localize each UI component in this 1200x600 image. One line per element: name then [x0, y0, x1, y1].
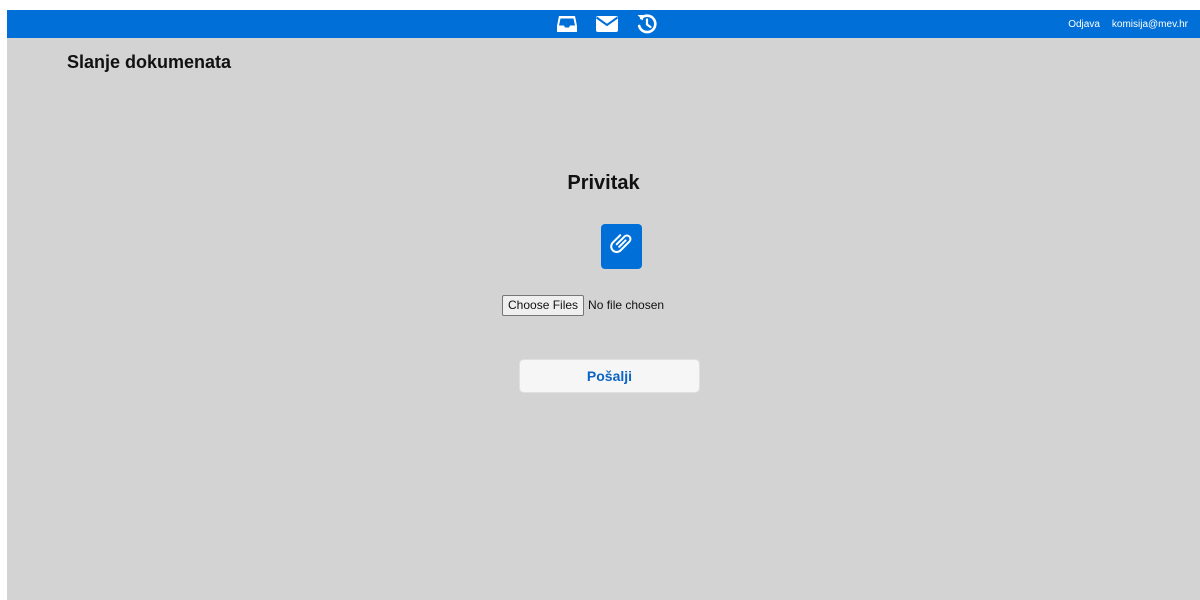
paperclip-icon — [609, 231, 634, 262]
page-title: Slanje dokumenata — [67, 52, 232, 72]
envelope-icon[interactable] — [595, 12, 619, 36]
section-title: Privitak — [567, 172, 640, 194]
attach-button[interactable] — [601, 224, 642, 269]
choose-files-button[interactable]: Choose Files — [502, 294, 585, 316]
history-icon[interactable] — [635, 12, 659, 36]
file-status: No file chosen — [588, 298, 665, 312]
app-frame: Odjava komisija@mev.hr Slanje dokumenata… — [7, 10, 1200, 600]
nav-icons — [555, 10, 659, 38]
user-email[interactable]: komisija@mev.hr — [1112, 19, 1188, 30]
send-button[interactable]: Pošalji — [519, 359, 700, 393]
top-bar: Odjava komisija@mev.hr — [7, 10, 1200, 38]
inbox-icon[interactable] — [555, 12, 579, 36]
file-input: Choose Files No file chosen — [502, 294, 665, 316]
user-area: Odjava komisija@mev.hr — [1068, 10, 1188, 38]
logout-link[interactable]: Odjava — [1068, 19, 1100, 30]
